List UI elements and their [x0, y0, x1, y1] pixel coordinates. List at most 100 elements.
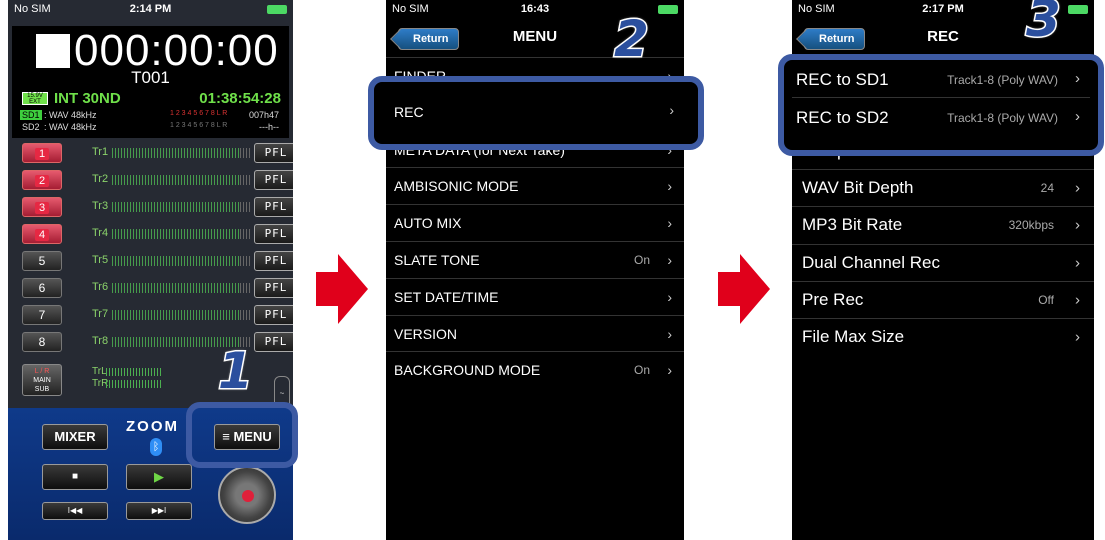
level-meter [112, 202, 240, 212]
meter-peak [240, 256, 250, 266]
chevron-right-icon: › [667, 178, 672, 195]
track-name: Tr1 [92, 146, 109, 158]
row-value: Off [1038, 292, 1054, 307]
rec-to-sd1-row[interactable]: REC to SD1 Track1-8 (Poly WAV) › [792, 60, 1090, 98]
record-icon [242, 490, 254, 502]
arrow-right-icon [316, 254, 368, 324]
pfl-button[interactable]: PFL [254, 305, 293, 325]
rec-setting-row[interactable]: WAV Bit Depth 24 › [792, 168, 1094, 206]
track-6-button[interactable]: 6 [22, 278, 62, 298]
track-1-button[interactable]: 1 [22, 143, 62, 163]
menu-item-rec-highlighted[interactable]: REC › [386, 82, 698, 144]
chevron-right-icon: › [667, 252, 672, 268]
rec-setting-row[interactable]: MP3 Bit Rate 320kbps › [792, 206, 1094, 243]
pfl-button[interactable]: PFL [254, 251, 293, 271]
level-meter [112, 229, 240, 239]
track-name: Tr5 [92, 254, 109, 266]
menu-item[interactable]: SET DATE/TIME › [386, 277, 684, 315]
pfl-button[interactable]: PFL [254, 143, 293, 163]
chevron-right-icon: › [1075, 108, 1080, 125]
meter-peak [240, 283, 250, 293]
level-meter [112, 310, 240, 320]
track-row: 6 Tr6 PFL [22, 278, 293, 298]
clock: 2:14 PM [129, 3, 172, 15]
rewind-button[interactable]: I◀◀ [42, 502, 108, 520]
row-label: Dual Channel Rec [802, 252, 940, 272]
step1-highlight [186, 402, 298, 468]
menu-item[interactable]: AUTO MIX › [386, 204, 684, 241]
sd1-tag: SD1 [20, 110, 42, 120]
menu-item-value: On [633, 363, 650, 378]
pfl-button[interactable]: PFL [254, 332, 293, 352]
battery-icon [1068, 3, 1088, 15]
chevron-right-icon: › [667, 362, 672, 379]
pfl-button[interactable]: PFL [254, 224, 293, 244]
menu-item[interactable]: SLATE TONE On › [386, 241, 684, 278]
track-2-button[interactable]: 2 [22, 170, 62, 190]
menu-item-value: On [633, 253, 650, 267]
menu-item-label: BACKGROUND MODE [394, 362, 541, 379]
battery-type: INT 30ND [54, 90, 121, 107]
chevron-right-icon: › [1075, 328, 1080, 346]
track-number: 7 [38, 308, 46, 322]
meter-peak [240, 202, 250, 212]
rec-setting-row[interactable]: File Max Size › [792, 318, 1094, 355]
track-7-button[interactable]: 7 [22, 305, 62, 325]
track-3-button[interactable]: 3 [22, 197, 62, 217]
sd2-format: : WAV 48kHz [44, 122, 97, 132]
track-name: Tr2 [92, 173, 109, 185]
step3-highlight: REC to SD1 Track1-8 (Poly WAV) › REC to … [778, 54, 1104, 156]
track-name: Tr4 [92, 227, 109, 239]
menu-item-label: AUTO MIX [394, 215, 462, 232]
sub-label: SUB [34, 386, 50, 393]
row-label: Pre Rec [802, 289, 864, 309]
pfl-button[interactable]: PFL [254, 278, 293, 298]
record-button[interactable] [218, 466, 276, 524]
track-4-button[interactable]: 4 [22, 224, 62, 244]
battery-icon [658, 3, 678, 15]
track-name: Tr6 [92, 281, 109, 293]
track-row: 1 Tr1 PFL [22, 143, 293, 163]
chevron-right-icon: › [1075, 291, 1080, 309]
mixer-button[interactable]: MIXER [42, 424, 108, 450]
meter-peak [240, 148, 250, 158]
rec-to-sd2-row[interactable]: REC to SD2 Track1-8 (Poly WAV) › [792, 98, 1090, 136]
fast-forward-button[interactable]: ▶▶I [126, 502, 192, 520]
level-meter [112, 148, 240, 158]
lr-main-sub-button[interactable]: L / R MAIN SUB [22, 364, 62, 396]
step-number-3: 3 [1025, 0, 1063, 50]
track-row: 2 Tr2 PFL [22, 170, 293, 190]
pfl-button[interactable]: PFL [254, 170, 293, 190]
play-button[interactable]: ▶ [126, 464, 192, 490]
pfl-button[interactable]: PFL [254, 197, 293, 217]
track-number: 1 [35, 148, 49, 160]
menu-item-label: SLATE TONE [394, 252, 480, 268]
meter-peak [240, 175, 250, 185]
recorder-display: 000:00:00 T001 15.9V EXT INT 30ND 01:38:… [12, 26, 289, 138]
track-5-button[interactable]: 5 [22, 251, 62, 271]
track-row: 5 Tr5 PFL [22, 251, 293, 271]
menu-item[interactable]: VERSION › [386, 314, 684, 352]
track-8-button[interactable]: 8 [22, 332, 62, 352]
track-number: 5 [38, 254, 46, 268]
menu-item[interactable]: AMBISONIC MODE › [386, 167, 684, 204]
battery-indicator: 15.9V EXT [22, 92, 48, 105]
take-name: T001 [131, 68, 170, 87]
remaining-time: 01:38:54:28 [199, 90, 281, 107]
meter-peak [240, 310, 250, 320]
row-label: REC to SD2 [796, 108, 889, 127]
chevron-right-icon: › [1075, 70, 1080, 87]
menu-item-label: SET DATE/TIME [394, 288, 499, 305]
menu-item[interactable]: BACKGROUND MODE On › [386, 351, 684, 388]
track-name: Tr3 [92, 200, 109, 212]
track-row: 4 Tr4 PFL [22, 224, 293, 244]
row-value: Track1-8 (Poly WAV) [947, 73, 1058, 87]
rec-setting-row[interactable]: Pre Rec Off › [792, 280, 1094, 318]
rec-setting-row[interactable]: Dual Channel Rec › [792, 243, 1094, 281]
row-label: WAV Bit Depth [802, 177, 914, 197]
zoom-logo: ZOOM [126, 418, 179, 435]
sd2-status: SD2 : WAV 48kHz 1 2 3 4 5 6 7 8 L R ---h… [20, 122, 281, 134]
stop-button[interactable]: ■ [42, 464, 108, 490]
step-number-1: 1 [217, 341, 255, 402]
step-number-2: 2 [613, 9, 651, 70]
